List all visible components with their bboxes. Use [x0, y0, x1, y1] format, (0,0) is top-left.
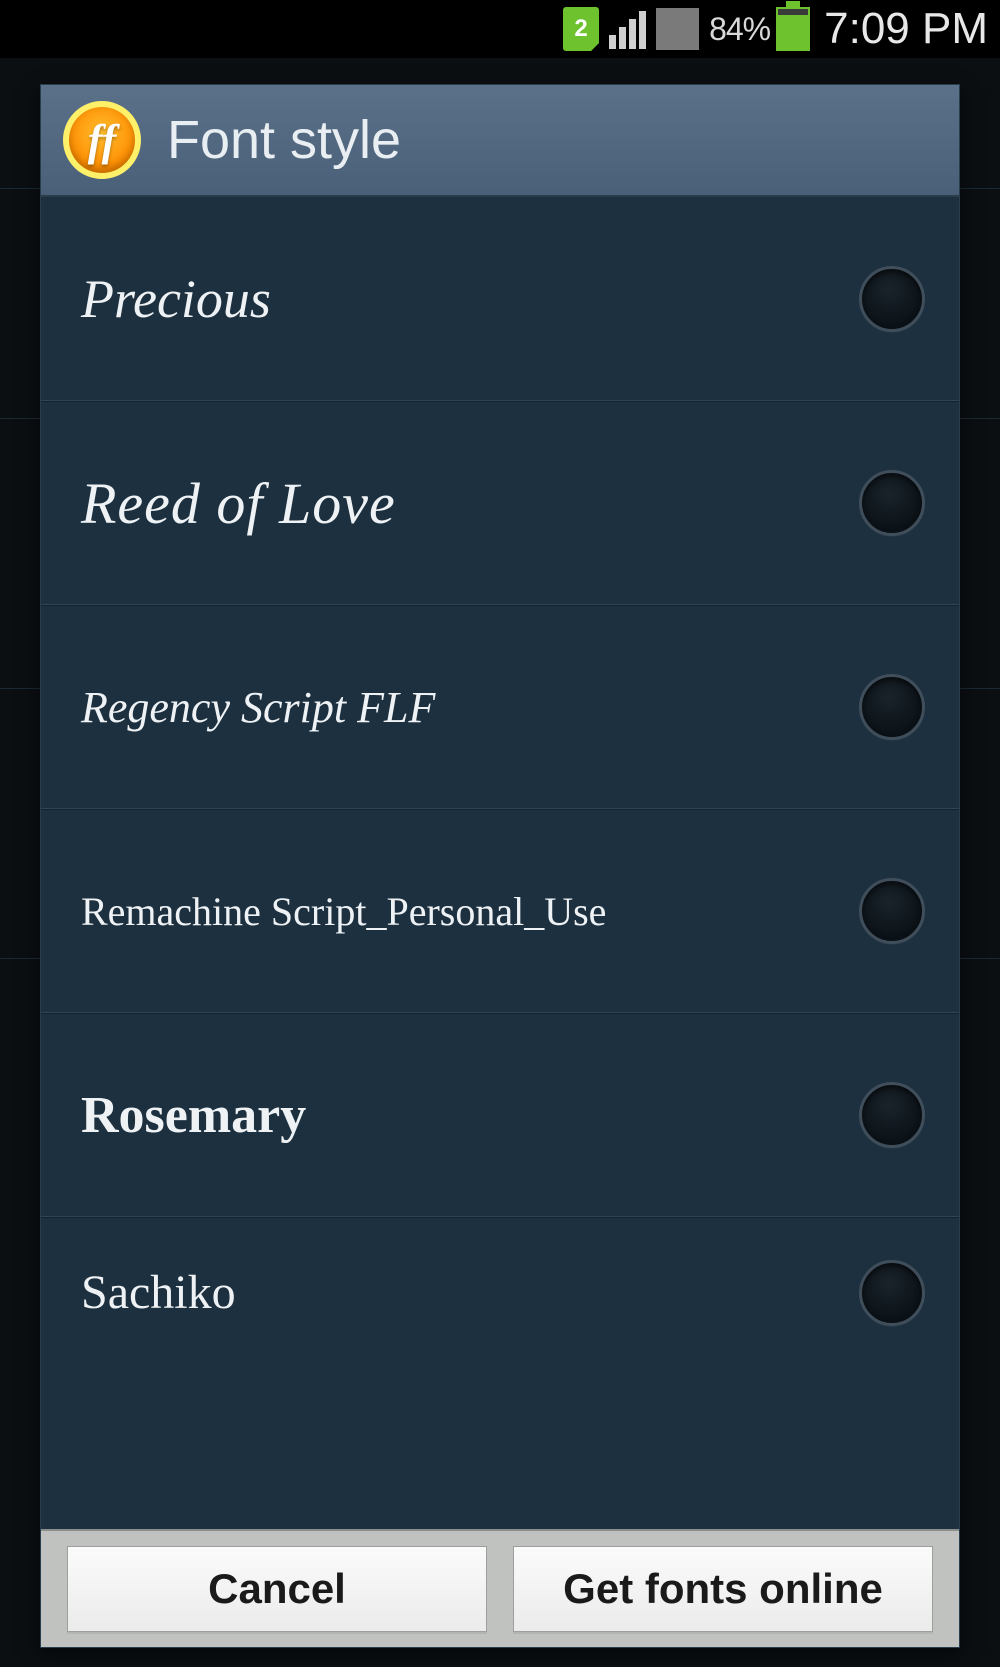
font-option-regency-script[interactable]: Regency Script FLF [41, 605, 959, 809]
font-label: Regency Script FLF [81, 682, 435, 733]
app-ff-icon: ff [63, 101, 141, 179]
battery-icon [776, 7, 810, 51]
battery-percentage: 84% [709, 11, 770, 48]
font-label: Reed of Love [81, 470, 396, 537]
radio-button[interactable] [859, 470, 925, 536]
radio-button[interactable] [859, 266, 925, 332]
font-option-rosemary[interactable]: Rosemary [41, 1013, 959, 1217]
font-option-reed-of-love[interactable]: Reed of Love [41, 401, 959, 605]
font-label: Sachiko [81, 1265, 236, 1320]
radio-button[interactable] [859, 878, 925, 944]
font-option-precious[interactable]: Precious [41, 197, 959, 401]
font-option-remachine-script[interactable]: Remachine Script_Personal_Use [41, 809, 959, 1013]
sim-card-icon: 2 [563, 7, 599, 51]
status-clock: 7:09 PM [824, 4, 988, 54]
font-option-sachiko[interactable]: Sachiko [41, 1217, 959, 1367]
font-label: Precious [81, 268, 271, 330]
signal-strength-secondary-icon [656, 8, 699, 50]
radio-button[interactable] [859, 674, 925, 740]
get-fonts-online-button[interactable]: Get fonts online [513, 1546, 933, 1632]
font-list[interactable]: Precious Reed of Love Regency Script FLF… [41, 197, 959, 1529]
dialog-header: ff Font style [41, 85, 959, 197]
signal-strength-icon [609, 9, 646, 49]
dialog-footer: Cancel Get fonts online [41, 1529, 959, 1647]
font-label: Remachine Script_Personal_Use [81, 888, 606, 935]
font-label: Rosemary [81, 1086, 306, 1145]
button-label: Get fonts online [563, 1565, 883, 1613]
sim-number: 2 [574, 15, 587, 43]
radio-button[interactable] [859, 1260, 925, 1326]
button-label: Cancel [208, 1565, 346, 1613]
cancel-button[interactable]: Cancel [67, 1546, 487, 1632]
font-style-dialog: ff Font style Precious Reed of Love Rege… [40, 84, 960, 1648]
dialog-title: Font style [167, 109, 401, 171]
radio-button[interactable] [859, 1082, 925, 1148]
status-bar: 2 84% 7:09 PM [0, 0, 1000, 58]
